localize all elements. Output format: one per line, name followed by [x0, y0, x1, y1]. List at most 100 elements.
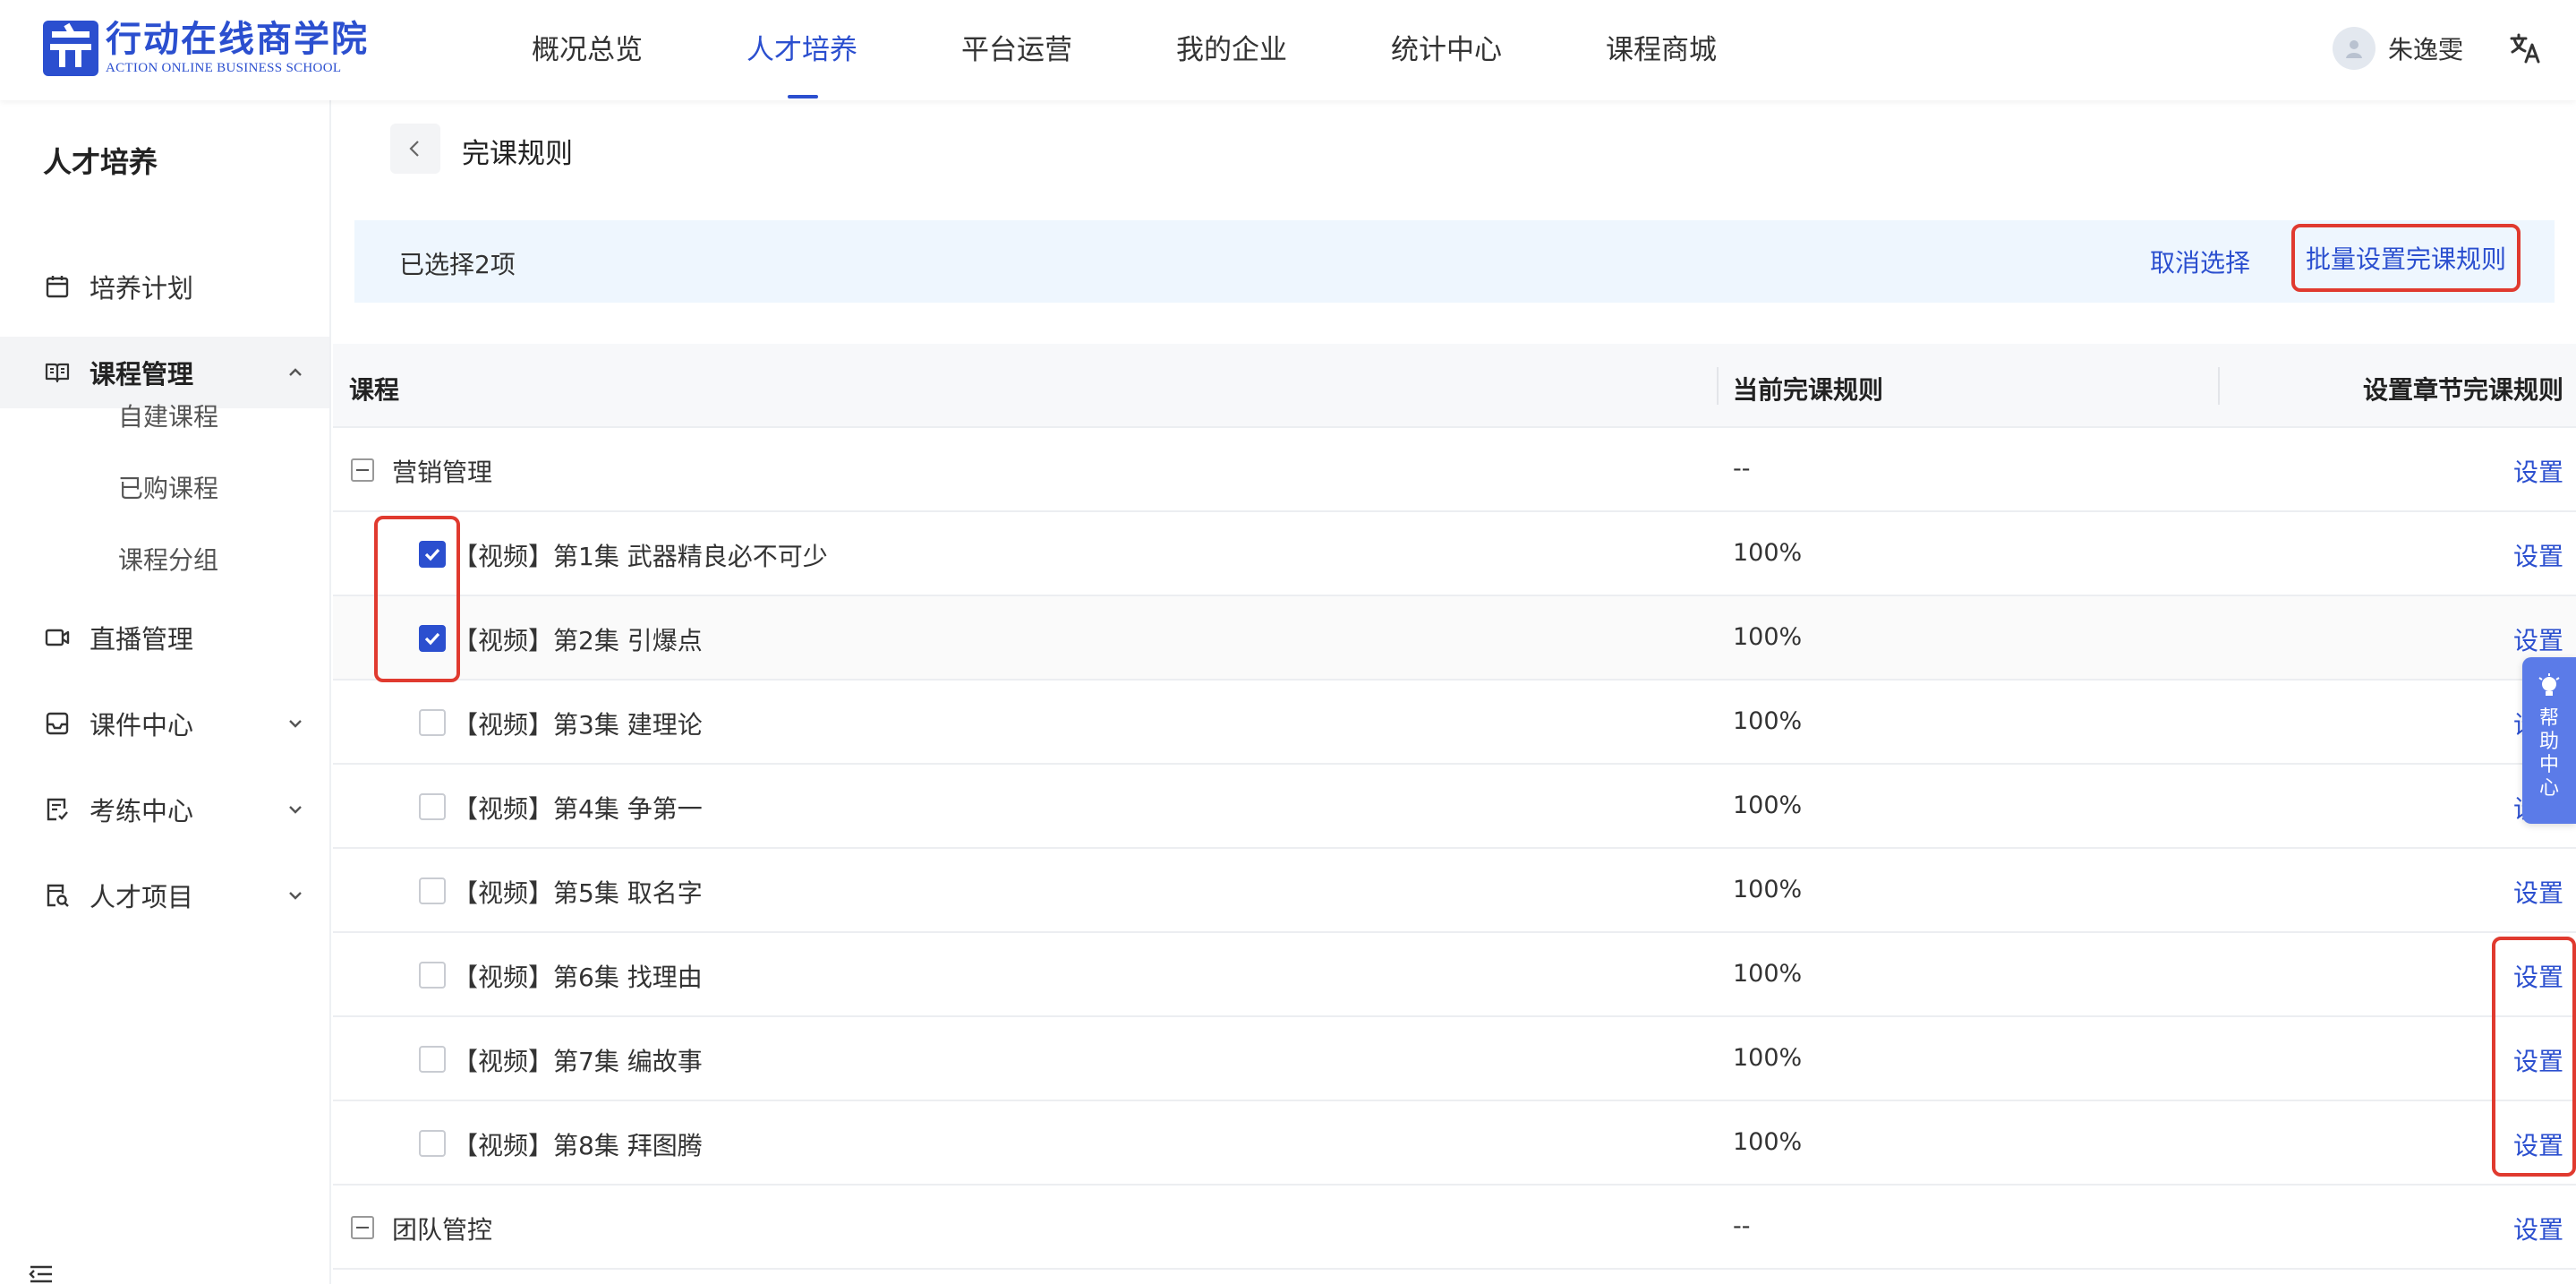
project-icon — [47, 884, 69, 907]
back-button[interactable] — [390, 124, 440, 174]
logo-name-cn: 行动在线商学院 — [106, 19, 369, 60]
group-name: 营销管理 — [392, 458, 493, 487]
row-checkbox[interactable] — [419, 793, 446, 820]
column-header-course: 课程 — [349, 375, 400, 405]
row-checkbox[interactable] — [419, 709, 446, 736]
sidebar-subitem-purchased-courses[interactable]: 已购课程 — [118, 469, 218, 505]
current-rule: 100% — [1733, 539, 1803, 567]
sidebar-subitem-self-built-courses[interactable]: 自建课程 — [118, 398, 218, 433]
selection-bar: 已选择2项 取消选择 批量设置完课规则 — [354, 220, 2555, 303]
current-rule: -- — [1733, 1212, 1751, 1240]
current-rule: 100% — [1733, 960, 1803, 988]
table-row: 【视频】第4集 争第一 100% 设置 — [333, 765, 2576, 849]
table-group-row: 营销管理 -- 设置 — [333, 428, 2576, 512]
lesson-name: 【视频】第4集 争第一 — [453, 794, 703, 824]
set-rule-link[interactable]: 设置 — [2513, 621, 2563, 657]
column-header-set-chapter-rule: 设置章节完课规则 — [2363, 375, 2564, 405]
sidebar-item-live-management[interactable]: 直播管理 — [0, 602, 329, 673]
chevron-up-icon — [289, 368, 302, 376]
row-checkbox[interactable] — [419, 541, 446, 568]
table-row: 【视频】第8集 拜图腾 100% 设置 — [333, 1101, 2576, 1186]
nav-active-indicator — [788, 95, 818, 98]
nav-talent-development[interactable]: 人才培养 — [746, 27, 857, 67]
row-checkbox[interactable] — [419, 962, 446, 989]
set-rule-link[interactable]: 设置 — [2513, 1211, 2563, 1246]
table-header: 课程 当前完课规则 设置章节完课规则 — [333, 344, 2576, 428]
sidebar-item-talent-project[interactable]: 人才项目 — [0, 860, 329, 931]
nav-statistics[interactable]: 统计中心 — [1391, 27, 1502, 67]
set-rule-link[interactable]: 设置 — [2513, 1042, 2563, 1078]
nav-overview[interactable]: 概况总览 — [532, 27, 643, 67]
help-center-button[interactable]: 帮助中心 — [2522, 657, 2576, 824]
row-checkbox[interactable] — [419, 1130, 446, 1157]
sidebar-item-training-plan[interactable]: 培养计划 — [0, 251, 329, 322]
chevron-down-icon — [289, 806, 302, 814]
lesson-name: 【视频】第6集 找理由 — [453, 963, 703, 992]
top-header: 行动在线商学院 ACTION ONLINE BUSINESS SCHOOL 概况… — [0, 0, 2576, 100]
row-checkbox[interactable] — [419, 1046, 446, 1073]
book-icon — [45, 363, 70, 383]
nav-course-mall[interactable]: 课程商城 — [1606, 27, 1717, 67]
column-header-current-rule: 当前完课规则 — [1733, 375, 1884, 405]
current-rule: 100% — [1733, 792, 1803, 819]
user-menu[interactable]: 朱逸雯 — [2333, 27, 2463, 70]
current-rule: 100% — [1733, 1044, 1803, 1072]
help-center-label: 帮助中心 — [2538, 707, 2559, 800]
checkmark-icon — [424, 632, 440, 646]
logo-text: 行动在线商学院 ACTION ONLINE BUSINESS SCHOOL — [106, 20, 369, 77]
lesson-name: 【视频】第8集 拜图腾 — [453, 1131, 703, 1160]
video-icon — [45, 629, 70, 646]
sidebar-collapse-icon[interactable] — [29, 1264, 54, 1284]
page-title: 完课规则 — [462, 138, 573, 170]
nav-my-enterprise[interactable]: 我的企业 — [1176, 27, 1287, 67]
table-row: 【视频】第3集 建理论 100% 设置 — [333, 681, 2576, 765]
user-name: 朱逸雯 — [2388, 35, 2464, 64]
lesson-name: 【视频】第7集 编故事 — [453, 1047, 703, 1076]
sidebar-item-label: 直播管理 — [90, 624, 194, 655]
collapse-toggle-icon[interactable] — [351, 458, 374, 482]
current-rule: 100% — [1733, 876, 1803, 903]
sidebar-item-courseware-center[interactable]: 课件中心 — [0, 688, 329, 759]
brand-logo[interactable]: 行动在线商学院 ACTION ONLINE BUSINESS SCHOOL — [43, 20, 369, 77]
exam-icon — [47, 798, 68, 821]
lesson-name: 【视频】第2集 引爆点 — [453, 626, 703, 655]
sidebar-item-label: 培养计划 — [90, 273, 194, 304]
sidebar-item-label: 考练中心 — [90, 796, 194, 826]
set-rule-link[interactable]: 设置 — [2513, 874, 2563, 910]
set-rule-link[interactable]: 设置 — [2513, 537, 2563, 573]
chevron-left-icon — [409, 141, 419, 157]
column-divider — [1717, 367, 1719, 405]
sidebar-title: 人才培养 — [43, 145, 158, 179]
collapse-toggle-icon[interactable] — [351, 1216, 374, 1239]
sidebar-subitem-course-groups[interactable]: 课程分组 — [118, 541, 218, 577]
sidebar-item-label: 课件中心 — [90, 710, 194, 740]
nav-platform-operation[interactable]: 平台运营 — [961, 27, 1072, 67]
translate-icon[interactable] — [2508, 30, 2544, 66]
row-checkbox[interactable] — [419, 625, 446, 652]
lightbulb-icon — [2538, 673, 2560, 696]
lesson-name: 【视频】第3集 建理论 — [453, 710, 703, 740]
logo-mark-icon — [43, 21, 98, 76]
checkmark-icon — [424, 548, 440, 561]
sidebar: 人才培养 培养计划 课程管理 自建课程 已购课程 课程分组 直播管理 课件中心 … — [0, 100, 331, 1284]
current-rule: 100% — [1733, 1128, 1803, 1156]
user-avatar-icon — [2333, 27, 2376, 70]
cancel-selection-button[interactable]: 取消选择 — [2150, 244, 2250, 279]
table-group-row: 团队管控 -- 设置 — [333, 1186, 2576, 1270]
row-checkbox[interactable] — [419, 877, 446, 904]
table-row: 【视频】第6集 找理由 100% 设置 — [333, 933, 2576, 1017]
set-rule-link[interactable]: 设置 — [2513, 958, 2563, 994]
table-row: 【视频】第7集 编故事 100% 设置 — [333, 1017, 2576, 1101]
sidebar-item-label: 人才项目 — [90, 882, 194, 912]
sidebar-item-label: 课程管理 — [90, 359, 194, 389]
lesson-name: 【视频】第5集 取名字 — [453, 878, 703, 908]
chevron-down-icon — [289, 892, 302, 900]
sidebar-item-exam-center[interactable]: 考练中心 — [0, 774, 329, 845]
chevron-down-icon — [289, 720, 302, 728]
set-rule-link[interactable]: 设置 — [2513, 453, 2563, 489]
set-rule-link[interactable]: 设置 — [2513, 1126, 2563, 1162]
batch-set-rule-button[interactable]: 批量设置完课规则 — [2291, 224, 2521, 292]
lesson-name: 【视频】第1集 武器精良必不可少 — [453, 542, 828, 571]
table-row: 【视频】第1集 武器精良必不可少 100% 设置 — [333, 512, 2576, 596]
selected-count: 已选择2项 — [399, 250, 516, 279]
